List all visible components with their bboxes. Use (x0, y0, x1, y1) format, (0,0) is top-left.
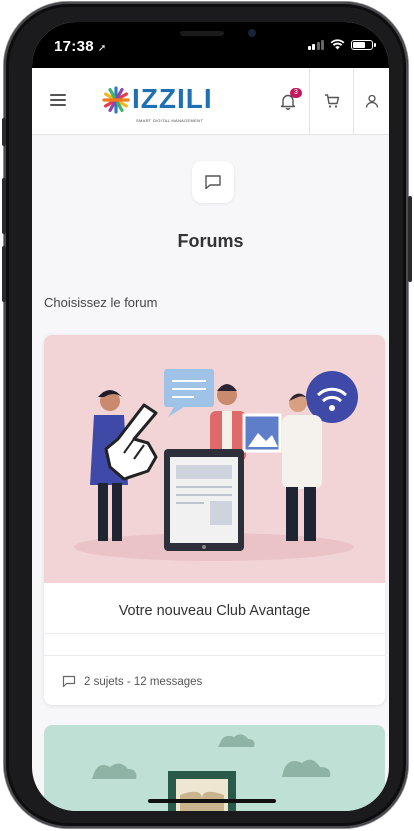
logo-tagline: SMART DIGITAL MANAGEMENT (136, 118, 204, 123)
forum-card-stats-text: 2 sujets - 12 messages (84, 675, 203, 688)
forum-card[interactable]: Votre nouveau Club Avantage 2 sujets - 1… (44, 335, 385, 705)
user-icon (365, 94, 379, 108)
location-arrow-icon: ➚ (97, 43, 107, 54)
cart-button[interactable] (312, 68, 352, 134)
card-divider (44, 655, 385, 656)
forum-card-title: Votre nouveau Club Avantage (118, 603, 311, 619)
profile-button[interactable] (354, 68, 389, 134)
status-time-text: 17:38 (54, 38, 94, 55)
forum-card-stats: 2 sujets - 12 messages (62, 675, 202, 688)
card-divider (44, 633, 385, 634)
chat-bubble-icon (62, 675, 76, 688)
status-bar: 17:38 ➚ (32, 22, 389, 68)
page-title: Forums (177, 231, 244, 251)
cellular-signal-icon (307, 39, 324, 50)
app-header: IZZILI SMART DIGITAL MANAGEMENT 3 (32, 68, 389, 135)
wifi-icon (330, 39, 345, 50)
notch (118, 22, 304, 52)
izzili-logo[interactable]: IZZILI SMART DIGITAL MANAGEMENT (102, 83, 213, 123)
home-indicator (148, 799, 276, 803)
notification-badge: 3 (290, 88, 302, 98)
chat-bubble-icon (205, 175, 221, 190)
main-content: Forums Choisissez le forum Votre nouveau… (32, 135, 389, 811)
forum-illustration (74, 369, 358, 561)
forum-chooser-label: Choisissez le forum (44, 295, 158, 310)
battery-level (353, 41, 365, 48)
hamburger-menu-icon[interactable] (50, 94, 66, 106)
speaker-grille (180, 31, 224, 36)
phone-side-button (408, 196, 412, 282)
phone-side-button (2, 246, 6, 302)
phone-side-button (2, 118, 6, 146)
forum-card-image (44, 335, 385, 583)
notifications-button[interactable]: 3 (268, 68, 308, 134)
battery-icon (351, 39, 376, 50)
camera-icon (248, 29, 256, 37)
status-indicators (307, 39, 376, 50)
cart-icon (325, 94, 340, 108)
status-time: 17:38 ➚ (54, 38, 107, 55)
logo-star-icon (102, 86, 130, 114)
forum-header-icon-box (192, 161, 234, 203)
phone-screen: 17:38 ➚ IZZILI SMART DIGITAL MANAGEMENT … (32, 22, 389, 811)
header-divider (309, 68, 310, 134)
phone-side-button (2, 178, 6, 234)
logo-wordmark: IZZILI (132, 83, 213, 114)
